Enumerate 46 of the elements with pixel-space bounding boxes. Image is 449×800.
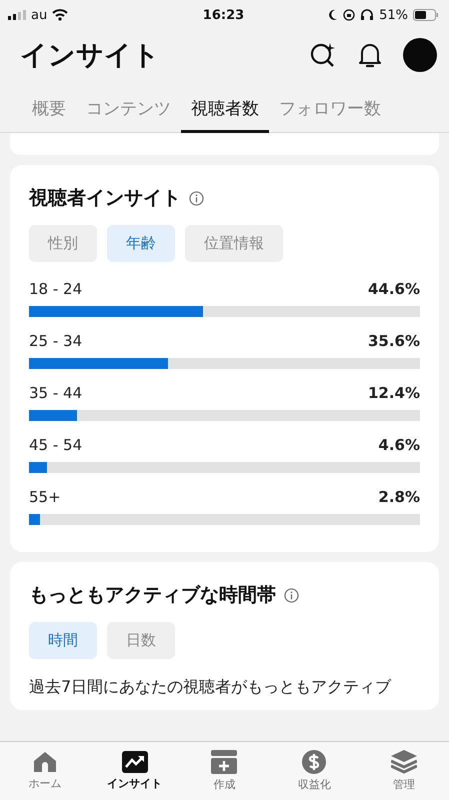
home-icon [32, 751, 57, 773]
age-range-label: 35 - 44 [29, 384, 82, 402]
battery-percent: 51% [379, 8, 408, 22]
percentage-value: 44.6% [368, 280, 420, 298]
percentage-value: 2.8% [378, 488, 420, 506]
age-range-label: 45 - 54 [29, 436, 82, 454]
bell-icon[interactable] [357, 41, 383, 69]
age-range-label: 25 - 34 [29, 332, 82, 350]
lock-rotation-icon [343, 9, 356, 21]
trend-chart-icon [122, 751, 148, 773]
card-title: 視聴者インサイト [29, 186, 181, 211]
age-range-label: 18 - 24 [29, 280, 82, 298]
nav-item[interactable]: 管理 [364, 748, 444, 794]
wifi-icon [52, 9, 68, 21]
info-icon[interactable] [284, 588, 299, 602]
description-text: 過去7日間にあなたの視聴者がもっともアクティブ [29, 677, 392, 698]
layers-icon [391, 750, 418, 774]
filter-chip[interactable]: 性別 [29, 225, 97, 262]
nav-item[interactable]: 作成 [184, 748, 264, 794]
tab[interactable]: フォロワー数 [269, 89, 391, 133]
percentage-value: 35.6% [368, 332, 420, 350]
page-title: インサイト [20, 39, 160, 73]
clock-time: 16:23 [202, 8, 244, 22]
tab[interactable]: 概要 [22, 89, 76, 133]
moon-icon [328, 9, 338, 21]
info-icon[interactable] [189, 190, 204, 206]
avatar[interactable] [403, 38, 437, 72]
tab[interactable]: コンテンツ [76, 89, 181, 133]
nav-item[interactable]: ホーム [4, 749, 85, 793]
percentage-value: 4.6% [378, 436, 420, 454]
age-range-label: 55+ [29, 488, 61, 506]
headphones-icon [360, 9, 374, 21]
signal-icon [8, 10, 26, 20]
dollar-coin-icon [302, 750, 326, 774]
percentage-value: 12.4% [368, 384, 420, 402]
carrier-name: au [31, 8, 48, 22]
card-title: もっともアクティブな時間帯 [29, 583, 276, 608]
filter-chip[interactable]: 位置情報 [185, 225, 283, 262]
sparkle-search-icon[interactable] [309, 41, 337, 69]
filter-chip[interactable]: 時間 [29, 622, 97, 659]
nav-item[interactable]: 収益化 [274, 748, 354, 794]
filter-chip[interactable]: 日数 [107, 622, 175, 659]
filter-chip[interactable]: 年齢 [107, 225, 175, 262]
battery-icon [412, 9, 439, 21]
clapperboard-plus-icon [211, 750, 238, 774]
nav-item[interactable]: インサイト [94, 749, 175, 793]
